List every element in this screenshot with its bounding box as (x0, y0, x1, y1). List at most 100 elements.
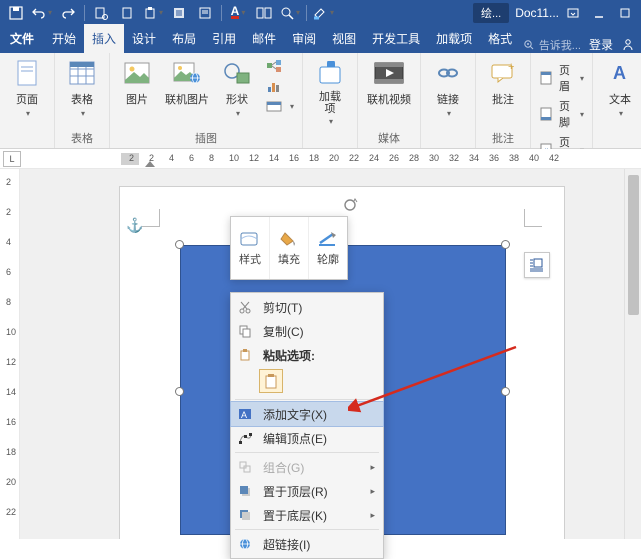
tab-format[interactable]: 格式 (480, 24, 520, 53)
context-tab-pill: 绘... (473, 3, 509, 23)
doc-title-area: 绘... Doc11... (473, 3, 559, 23)
anchor-icon: ⚓ (126, 217, 143, 234)
resize-handle[interactable] (501, 240, 510, 249)
online-picture-button[interactable]: 联机图片 (162, 57, 212, 107)
add-text-icon: A (235, 405, 255, 423)
undo-icon[interactable]: ▾ (30, 2, 54, 24)
ribbon: 页面▾ 表格▾ 表格 图片 联机图片 形状▾ (0, 53, 641, 149)
paste-icon[interactable]: ▾ (141, 2, 165, 24)
resize-handle[interactable] (175, 240, 184, 249)
cm-cut[interactable]: 剪切(T) (231, 295, 383, 319)
save-icon[interactable] (4, 2, 28, 24)
tab-design[interactable]: 设计 (124, 24, 164, 53)
group-links: 链接▾ (421, 53, 476, 148)
links-button[interactable]: 链接▾ (427, 57, 469, 118)
textbox-button[interactable]: A 文本▾ (599, 57, 641, 118)
cm-add-text[interactable]: A 添加文字(X) (231, 402, 383, 426)
maximize-icon[interactable] (613, 2, 637, 24)
tab-mailings[interactable]: 邮件 (244, 24, 284, 53)
online-video-button[interactable]: 联机视频 (364, 57, 414, 107)
tab-developer[interactable]: 开发工具 (364, 24, 428, 53)
group-label-tables: 表格 (71, 128, 93, 146)
cm-bring-front[interactable]: 置于顶层(R) ▸ (231, 479, 383, 503)
screenshot-button[interactable]: ▾ (264, 97, 296, 115)
shapes-icon (221, 57, 253, 89)
group-text: A 文本▾ (593, 53, 641, 148)
highlight-icon[interactable]: ▾ (311, 2, 335, 24)
footer-button[interactable]: 页脚▾ (537, 97, 586, 131)
chart-button[interactable] (264, 77, 296, 95)
layout-options-button[interactable] (524, 252, 550, 278)
copy-icon (235, 322, 255, 340)
ruler-horizontal[interactable]: 224681012141618202224262830323436384042 (121, 151, 641, 167)
style-icon (238, 230, 262, 248)
rotate-handle[interactable] (342, 197, 358, 218)
picture-button[interactable]: 图片 (116, 57, 158, 107)
mini-outline-button[interactable]: 轮廓 (309, 217, 347, 279)
smartart-button[interactable] (264, 57, 296, 75)
comment-icon: + (487, 57, 519, 89)
doc-view-icon[interactable] (167, 2, 191, 24)
print-preview-icon[interactable] (89, 2, 113, 24)
group-illustrations: 图片 联机图片 形状▾ ▾ 插图 (110, 53, 303, 148)
page-icon (11, 57, 43, 89)
textbox-icon: A (604, 57, 636, 89)
chart-icon (266, 78, 282, 94)
ribbon-options-icon[interactable] (561, 2, 585, 24)
addins-icon (314, 57, 346, 89)
tab-view[interactable]: 视图 (324, 24, 364, 53)
group-icon (235, 458, 255, 476)
tab-addins[interactable]: 加载项 (428, 24, 480, 53)
tab-file[interactable]: 文件 (0, 24, 44, 53)
ruler-corner[interactable]: L (3, 151, 21, 167)
font-color-icon[interactable]: A▾ (226, 2, 250, 24)
mini-style-button[interactable]: 样式 (231, 217, 270, 279)
ruler-area: L 22468101214161820222426283032343638404… (0, 149, 641, 169)
tab-references[interactable]: 引用 (204, 24, 244, 53)
tab-insert[interactable]: 插入 (84, 24, 124, 53)
footer-icon (539, 106, 553, 122)
tab-review[interactable]: 审阅 (284, 24, 324, 53)
table-button[interactable]: 表格▾ (61, 57, 103, 118)
bring-front-icon (235, 482, 255, 500)
addins-button[interactable]: 加载 项▾ (309, 57, 351, 126)
group-comments: + 批注 批注 (476, 53, 531, 148)
layout-icon[interactable] (252, 2, 276, 24)
mini-fill-button[interactable]: 填充 (270, 217, 309, 279)
outline-icon (316, 230, 340, 248)
comment-button[interactable]: + 批注 (482, 57, 524, 107)
cm-hyperlink[interactable]: 超链接(I) (231, 532, 383, 556)
cm-separator (235, 529, 379, 530)
scroll-thumb[interactable] (628, 175, 639, 315)
shapes-button[interactable]: 形状▾ (216, 57, 258, 118)
mini-toolbar: 样式 填充 轮廓 (230, 216, 348, 280)
minimize-icon[interactable] (587, 2, 611, 24)
reading-view-icon[interactable] (193, 2, 217, 24)
cm-paste-options (231, 367, 383, 397)
resize-handle[interactable] (501, 387, 510, 396)
find-icon[interactable]: ▾ (278, 2, 302, 24)
titlebar-right: 绘... Doc11... (465, 2, 641, 24)
new-doc-icon[interactable] (115, 2, 139, 24)
page-button[interactable]: 页面▾ (6, 57, 48, 118)
paste-option-1[interactable] (259, 369, 283, 393)
signin-link[interactable]: 登录 (589, 36, 613, 53)
submenu-arrow-icon: ▸ (370, 486, 375, 497)
group-header-footer: 页眉▾ 页脚▾ #页码▾ 页眉和页脚 (531, 53, 593, 148)
group-page: 页面▾ (0, 53, 55, 148)
tab-home[interactable]: 开始 (44, 24, 84, 53)
cm-copy[interactable]: 复制(C) (231, 319, 383, 343)
header-button[interactable]: 页眉▾ (537, 61, 586, 95)
redo-icon[interactable] (56, 2, 80, 24)
resize-handle[interactable] (175, 387, 184, 396)
links-icon (432, 57, 464, 89)
tab-layout[interactable]: 布局 (164, 24, 204, 53)
ruler-vertical[interactable]: 2246810121416182022 (0, 169, 20, 539)
titlebar: ▾ ▾ A▾ ▾ ▾ 绘... Doc11... (0, 0, 641, 25)
tell-me-search[interactable]: 告诉我... (523, 37, 581, 53)
share-icon[interactable] (621, 38, 635, 52)
cm-edit-points[interactable]: 编辑顶点(E) (231, 426, 383, 450)
svg-text:+: + (508, 62, 514, 73)
vertical-scrollbar[interactable] (624, 169, 641, 539)
cm-send-back[interactable]: 置于底层(K) ▸ (231, 503, 383, 527)
